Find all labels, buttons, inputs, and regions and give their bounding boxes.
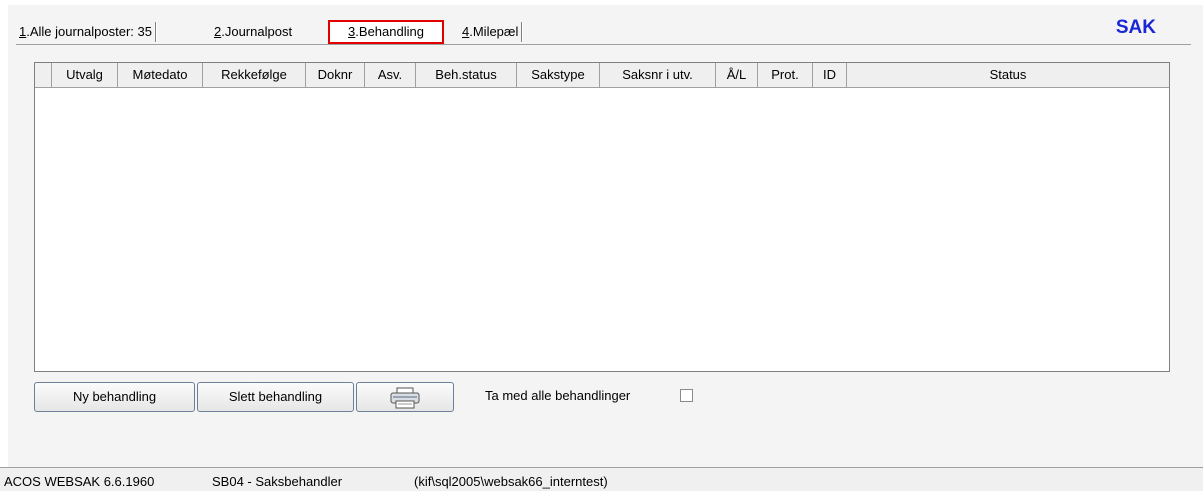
column-header-status[interactable]: Status (847, 63, 1169, 87)
column-header-doknr[interactable]: Doknr (306, 63, 365, 87)
column-header-saksnr-i-utv[interactable]: Saksnr i utv. (600, 63, 716, 87)
tab-divider (16, 44, 1191, 45)
delete-behandling-button[interactable]: Slett behandling (197, 382, 354, 412)
tab-label: .Journalpost (221, 24, 293, 39)
page-title: SAK (1115, 17, 1156, 38)
tab-behandling[interactable]: 3.Behandling (328, 20, 444, 44)
include-all-checkbox[interactable] (680, 389, 693, 402)
tab-journalpost[interactable]: 2.Journalpost (211, 20, 295, 44)
status-user-role: SB04 - Saksbehandler (212, 474, 343, 489)
column-header-id[interactable]: ID (813, 63, 847, 87)
column-header-prot[interactable]: Prot. (758, 63, 813, 87)
table-body[interactable] (35, 88, 1169, 371)
table-header: Utvalg Møtedato Rekkefølge Doknr Asv. Be… (35, 63, 1169, 88)
status-database: (kif\sql2005\websak66_interntest) (414, 474, 608, 489)
column-header-al[interactable]: Å/L (716, 63, 758, 87)
tab-label: .Behandling (355, 24, 424, 39)
tab-label: .Alle journalposter: 35 (26, 24, 152, 39)
tab-separator (521, 22, 524, 42)
column-header-sakstype[interactable]: Sakstype (517, 63, 600, 87)
status-bar: ACOS WEBSAK 6.6.1960 SB04 - Saksbehandle… (0, 467, 1203, 491)
column-header-asv[interactable]: Asv. (365, 63, 416, 87)
tab-label: .Milepæl (469, 24, 519, 39)
tab-milepael[interactable]: 4.Milepæl (459, 20, 524, 44)
column-header-rekkefolge[interactable]: Rekkefølge (203, 63, 306, 87)
row-selector-header (35, 63, 52, 87)
new-behandling-button[interactable]: Ny behandling (34, 382, 195, 412)
tab-separator (154, 22, 157, 42)
column-header-motedato[interactable]: Møtedato (118, 63, 203, 87)
printer-icon (389, 387, 421, 419)
column-header-utvalg[interactable]: Utvalg (52, 63, 118, 87)
column-header-behstatus[interactable]: Beh.status (416, 63, 517, 87)
tab-alle-journalposter[interactable]: 1.Alle journalposter: 35 (16, 20, 157, 44)
behandling-table[interactable]: Utvalg Møtedato Rekkefølge Doknr Asv. Be… (34, 62, 1170, 372)
print-button[interactable] (356, 382, 454, 412)
include-all-label: Ta med alle behandlinger (485, 388, 631, 403)
status-app-version: ACOS WEBSAK 6.6.1960 (4, 474, 155, 489)
